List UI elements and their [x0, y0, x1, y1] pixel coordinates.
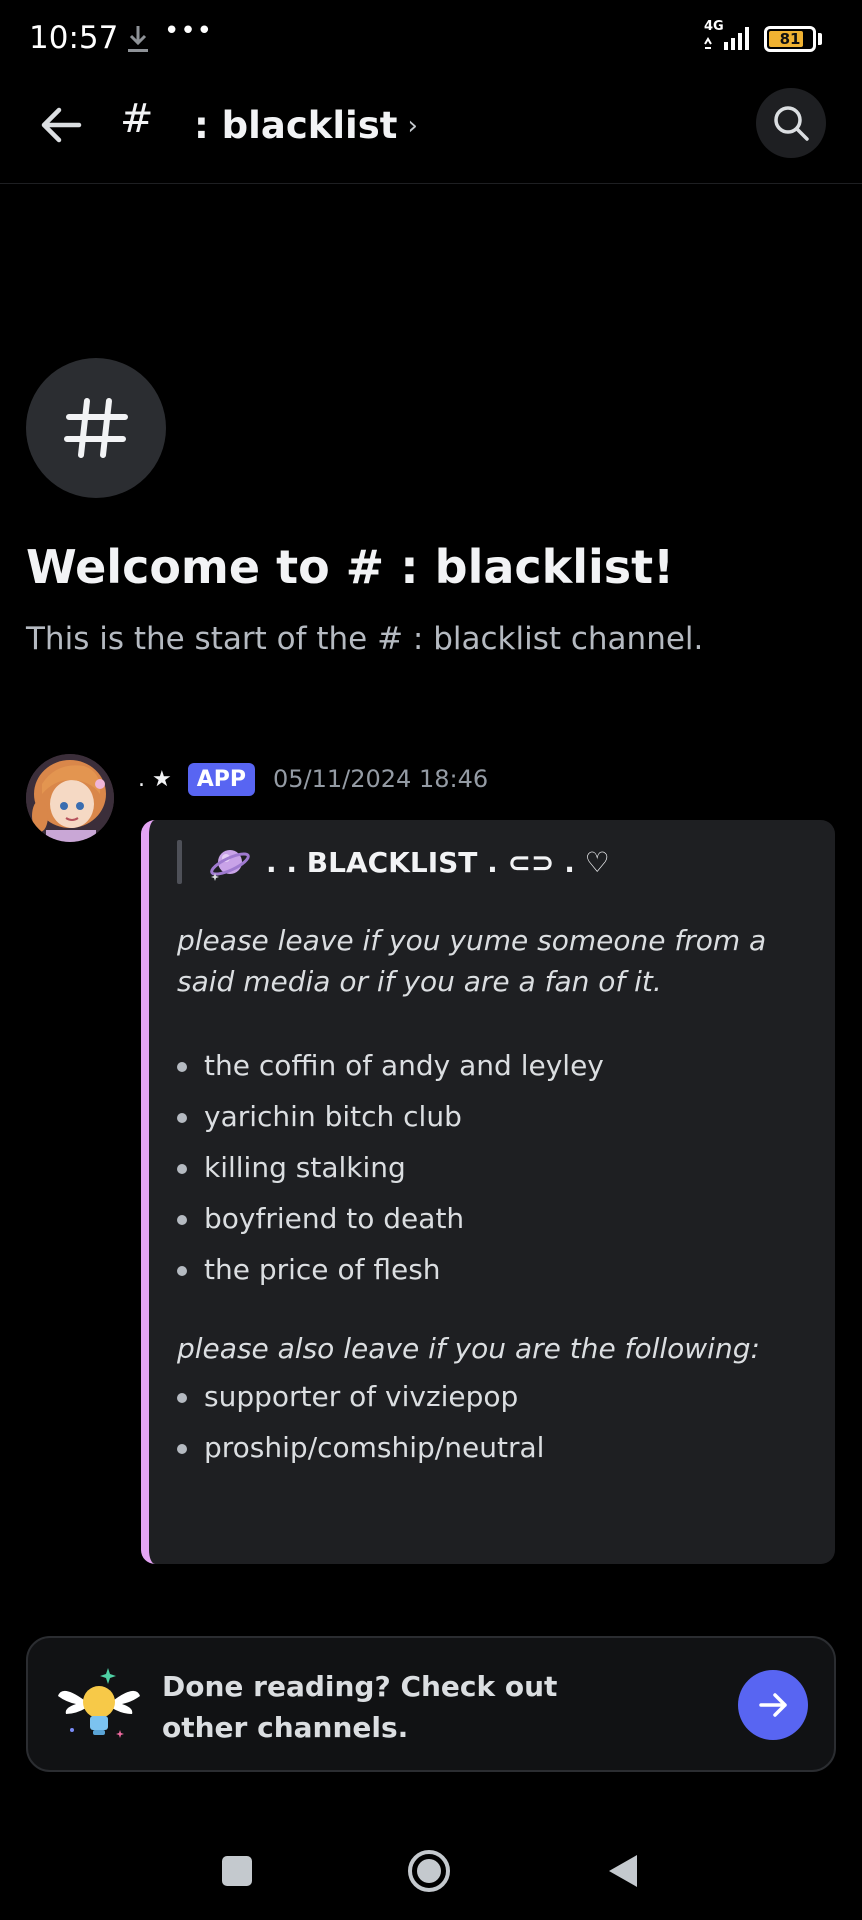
list-item: killing stalking [177, 1142, 805, 1193]
embed-also-text: please also leave if you are the followi… [177, 1332, 760, 1365]
search-icon [774, 106, 809, 141]
status-more: ••• [164, 16, 214, 46]
embed-quote-bar [177, 840, 182, 884]
system-nav-bar [0, 1820, 862, 1920]
channel-name: : blacklist [194, 104, 398, 147]
home-circle-icon [408, 1850, 450, 1892]
back-triangle-icon [609, 1855, 637, 1887]
battery-tip [818, 33, 822, 45]
embed-intro: please leave if you yume someone from a … [177, 924, 767, 998]
battery-icon: 81 [764, 26, 816, 52]
message-embed: . . BLACKLIST . ⊂⊃ . ♡ please leave if y… [141, 820, 835, 1564]
channel-icon [26, 358, 166, 498]
winged-lightbulb-icon [54, 1660, 144, 1750]
hash-icon [64, 398, 128, 458]
back-arrow-icon [41, 107, 82, 143]
status-time: 10:57 [29, 20, 119, 56]
channel-header: # : blacklist › [0, 78, 862, 184]
arrow-right-icon [759, 1693, 787, 1717]
signal-icon: 4G [702, 19, 754, 54]
done-reading-card[interactable]: Done reading? Check out other channels. [26, 1636, 836, 1772]
list-item: yarichin bitch club [177, 1091, 805, 1142]
welcome-title: Welcome to # : blacklist! [26, 540, 675, 594]
download-icon [125, 24, 151, 54]
welcome-subtitle: This is the start of the # : blacklist c… [26, 621, 704, 657]
embed-title-row: . . BLACKLIST . ⊂⊃ . ♡ [177, 838, 805, 886]
status-bar: 10:57 ••• 4G 81 [0, 0, 862, 78]
embed-title: . . BLACKLIST . ⊂⊃ . ♡ [208, 840, 610, 884]
done-reading-text: Done reading? Check out other channels. [162, 1670, 558, 1744]
embed-title-text: . . BLACKLIST . ⊂⊃ . ♡ [266, 845, 610, 879]
media-list: the coffin of andy and leyley yarichin b… [177, 1040, 805, 1295]
message-timestamp: 05/11/2024 18:46 [273, 765, 489, 793]
go-button[interactable] [738, 1670, 808, 1740]
app-badge: APP [187, 762, 255, 796]
list-item: the price of flesh [177, 1244, 805, 1295]
channel-hash-icon: # [120, 96, 154, 142]
message-header: . ★ APP 05/11/2024 18:46 [138, 758, 488, 800]
planet-icon [210, 850, 250, 881]
also-list: supporter of vivziepop proship/comship/n… [177, 1371, 805, 1473]
avatar[interactable] [26, 754, 114, 842]
author-name[interactable]: . ★ [138, 767, 172, 792]
battery-level: 81 [779, 30, 801, 48]
chevron-right-icon: › [407, 110, 418, 141]
recents-button[interactable] [214, 1848, 260, 1894]
list-item: proship/comship/neutral [177, 1422, 805, 1473]
recents-square-icon [222, 1856, 252, 1886]
home-button[interactable] [406, 1848, 452, 1894]
list-item: supporter of vivziepop [177, 1371, 805, 1422]
nav-back-button[interactable] [600, 1848, 646, 1894]
list-item: boyfriend to death [177, 1193, 805, 1244]
back-button[interactable] [34, 98, 88, 152]
channel-title[interactable]: : blacklist › [194, 104, 418, 147]
list-item: the coffin of andy and leyley [177, 1040, 805, 1091]
network-type: 4G [704, 19, 724, 34]
search-button[interactable] [756, 88, 826, 158]
